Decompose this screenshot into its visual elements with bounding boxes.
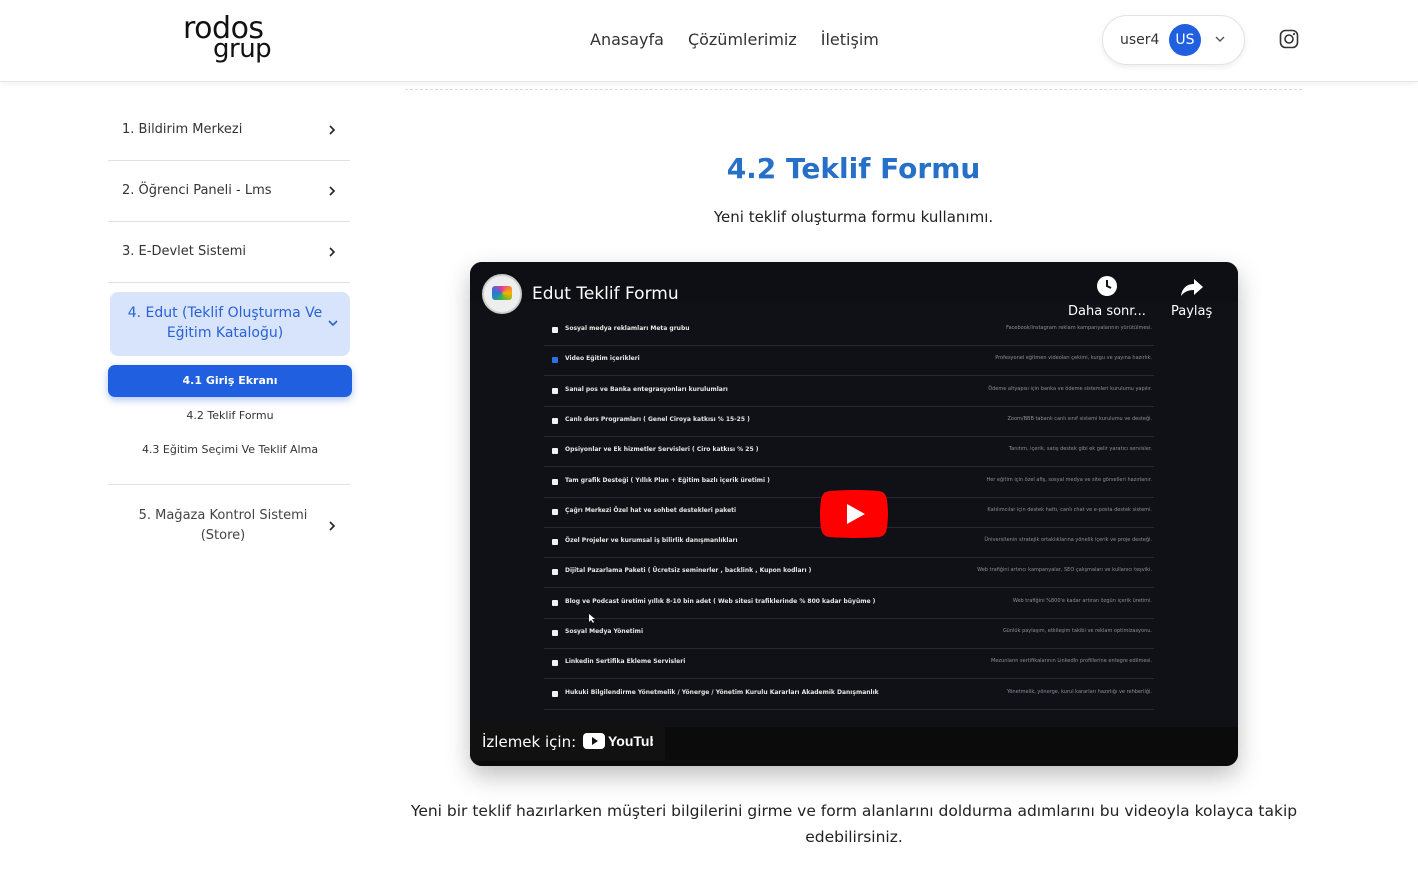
- checkbox-icon: [552, 539, 558, 546]
- row-label: Blog ve Podcast üretimi yıllık 8-10 bin …: [565, 597, 876, 605]
- play-button-icon[interactable]: [820, 490, 888, 538]
- row-label: Sosyal Medya Yönetimi: [565, 628, 643, 635]
- site-header: rodos grup Anasayfa Çözümlerimiz İletişi…: [0, 0, 1418, 82]
- row-label: Dijital Pazarlama Paketi ( Ücretsiz semi…: [565, 567, 812, 575]
- chevron-right-icon: [329, 186, 336, 196]
- page-title: 4.2 Teklif Formu: [726, 152, 981, 185]
- user-name: user4: [1120, 32, 1160, 48]
- checkbox-icon: [552, 508, 558, 515]
- video-frame-row: Opsiyonlar ve Ek hizmetler Servisleri ( …: [544, 437, 1154, 468]
- checkbox-icon: [552, 630, 558, 636]
- row-note: Mezunların sertifikalarının LinkedIn pro…: [991, 658, 1152, 665]
- chevron-right-icon: [329, 247, 336, 257]
- checkbox-icon: [552, 387, 558, 394]
- chevron-down-icon: [328, 320, 338, 327]
- row-note: Ödeme altyapısı için banka ve ödeme sist…: [988, 385, 1152, 392]
- video-frame-row: Hukuki Bilgilendirme Yönetmelik / Yönerg…: [544, 680, 1154, 710]
- sidebar-item-label: 2. Öğrenci Paneli - Lms: [122, 183, 272, 198]
- main-nav: Anasayfa Çözümlerimiz İletişim: [590, 30, 879, 49]
- sidebar-item-magaza-kontrol[interactable]: 5. Mağaza Kontrol Sistemi (Store): [108, 484, 350, 564]
- watch-on-youtube[interactable]: İzlemek için: YouTube: [470, 721, 665, 761]
- video-frame-row: Video Eğitim içerikleri Profesyonel eğitm…: [544, 346, 1154, 377]
- row-note: Her eğitim için özel afiş, sosyal medya …: [986, 476, 1152, 483]
- rodos-grup-logo[interactable]: rodos grup: [183, 14, 279, 68]
- divider: [405, 89, 1302, 90]
- row-label: Hukuki Bilgilendirme Yönetmelik / Yönerg…: [565, 688, 879, 696]
- share-icon[interactable]: [1180, 276, 1204, 298]
- channel-avatar[interactable]: [482, 274, 522, 314]
- channel-logo-icon: [492, 286, 512, 300]
- video-frame-row: Blog ve Podcast üretimi yıllık 8-10 bin …: [544, 589, 1154, 619]
- video-frame-row: Linkedin Sertifika Ekleme Servisleri Mezu…: [544, 649, 1154, 680]
- checkbox-icon: [552, 660, 558, 667]
- nav-cozumlerimiz[interactable]: Çözümlerimiz: [688, 30, 797, 49]
- sidebar-subitem-teklif-formu[interactable]: 4.2 Teklif Formu: [108, 409, 352, 422]
- row-label: Canlı ders Programları ( Genel Ciroya ka…: [565, 415, 750, 423]
- sidebar-item-bildirim-merkezi[interactable]: 1. Bildirim Merkezi: [108, 100, 350, 161]
- row-label: Video Eğitim içerikleri: [565, 355, 640, 363]
- checkbox-icon: [552, 690, 558, 697]
- svg-text:YouTube: YouTube: [608, 733, 653, 749]
- row-label: Linkedin Sertifika Ekleme Servisleri: [565, 658, 686, 666]
- sidebar-item-label: 1. Bildirim Merkezi: [122, 122, 243, 137]
- page-subtitle: Yeni teklif oluşturma formu kullanımı.: [713, 208, 994, 226]
- youtube-logo-icon: YouTube: [583, 733, 653, 749]
- sidebar-subitem-egitim-secimi[interactable]: 4.3 Eğitim Seçimi Ve Teklif Alma: [108, 443, 352, 456]
- watch-on-label: İzlemek için:: [482, 733, 577, 751]
- clock-icon[interactable]: [1096, 275, 1118, 297]
- row-label: Özel Projeler ve kurumsal iş bilirlik da…: [565, 537, 738, 545]
- video-frame-row: Sosyal Medya Yönetimi Günlük paylaşım, et…: [544, 619, 1154, 649]
- checkbox-icon: [552, 327, 558, 333]
- nav-iletisim[interactable]: İletişim: [821, 30, 879, 49]
- row-label: Opsiyonlar ve Ek hizmetler Servisleri ( …: [565, 446, 759, 454]
- watch-later-button[interactable]: Daha sonr...: [1068, 304, 1146, 319]
- row-note: Tanıtım, içerik, satış destek gibi ek ge…: [1008, 446, 1152, 453]
- nav-anasayfa[interactable]: Anasayfa: [590, 30, 664, 49]
- checkbox-icon: [552, 599, 558, 606]
- sidebar-subitem-giris-ekrani[interactable]: 4.1 Giriş Ekranı: [108, 365, 352, 397]
- checkbox-icon: [552, 448, 558, 455]
- video-frame-row: Sanal pos ve Banka entegrasyonları kurul…: [544, 377, 1154, 407]
- checkbox-icon: [552, 417, 558, 424]
- sidebar-item-e-devlet[interactable]: 3. E-Devlet Sistemi: [108, 222, 350, 283]
- checkbox-icon: [552, 569, 558, 576]
- user-menu[interactable]: user4 US: [1102, 15, 1245, 65]
- video-title[interactable]: Edut Teklif Formu: [532, 284, 679, 304]
- row-note: Zoom/BBB tabanlı canlı sınıf sistemi kur…: [1007, 415, 1152, 422]
- logo-line2: grup: [213, 34, 272, 64]
- chevron-right-icon: [329, 521, 336, 531]
- row-note: Web trafiğini %800'e kadar artıran özgün…: [1012, 597, 1152, 604]
- row-note: Üniversitenin stratejik ortaklıklarına y…: [984, 537, 1152, 544]
- sidebar-item-label: 4. Edut (Teklif Oluşturma Ve Eğitim Kata…: [127, 305, 323, 341]
- sidebar-item-edut[interactable]: 4. Edut (Teklif Oluşturma Ve Eğitim Kata…: [110, 292, 350, 356]
- share-button[interactable]: Paylaş: [1171, 304, 1212, 319]
- row-note: Profesyonel eğitmen videoları çekimi, ku…: [995, 355, 1152, 362]
- avatar: US: [1169, 24, 1201, 56]
- sidebar-item-label: 3. E-Devlet Sistemi: [122, 244, 246, 259]
- chevron-right-icon: [329, 125, 336, 135]
- youtube-video-player[interactable]: Sosyal medya reklamları Meta grubu Facebo…: [470, 262, 1238, 766]
- chevron-down-icon: [1215, 36, 1225, 42]
- row-note: Web trafiğini artırıcı kampanyalar, SEO …: [977, 567, 1152, 574]
- page-description: Yeni bir teklif hazırlarken müşteri bilg…: [410, 802, 1298, 846]
- row-note: Yönetmelik, yönerge, kurul kararları haz…: [1006, 688, 1152, 695]
- row-note: Katılımcılar için destek hattı, canlı ch…: [987, 506, 1152, 513]
- row-label: Çağrı Merkezi Özel hat ve sohbet destekl…: [565, 506, 737, 514]
- checkbox-icon: [552, 478, 558, 485]
- row-note: Facebook/Instagram reklam kampanyalarını…: [1006, 325, 1152, 331]
- mouse-cursor-icon: [589, 614, 595, 623]
- row-label: Tam grafik Desteği ( Yıllık Plan + Eğiti…: [565, 476, 770, 484]
- video-frame-row: Dijital Pazarlama Paketi ( Ücretsiz semi…: [544, 558, 1154, 589]
- row-note: Günlük paylaşım, etkileşim takibi ve rek…: [1002, 628, 1152, 634]
- video-frame-row: Canlı ders Programları ( Genel Ciroya ka…: [544, 407, 1154, 437]
- instagram-icon[interactable]: [1279, 29, 1299, 49]
- video-frame-row: Sosyal medya reklamları Meta grubu Facebo…: [544, 316, 1154, 346]
- row-label: Sosyal medya reklamları Meta grubu: [565, 325, 690, 332]
- row-label: Sanal pos ve Banka entegrasyonları kurul…: [565, 385, 728, 393]
- checkbox-icon: [552, 357, 558, 364]
- sidebar-item-ogrenci-paneli[interactable]: 2. Öğrenci Paneli - Lms: [108, 161, 350, 222]
- sidebar-item-label: 5. Mağaza Kontrol Sistemi (Store): [138, 508, 308, 543]
